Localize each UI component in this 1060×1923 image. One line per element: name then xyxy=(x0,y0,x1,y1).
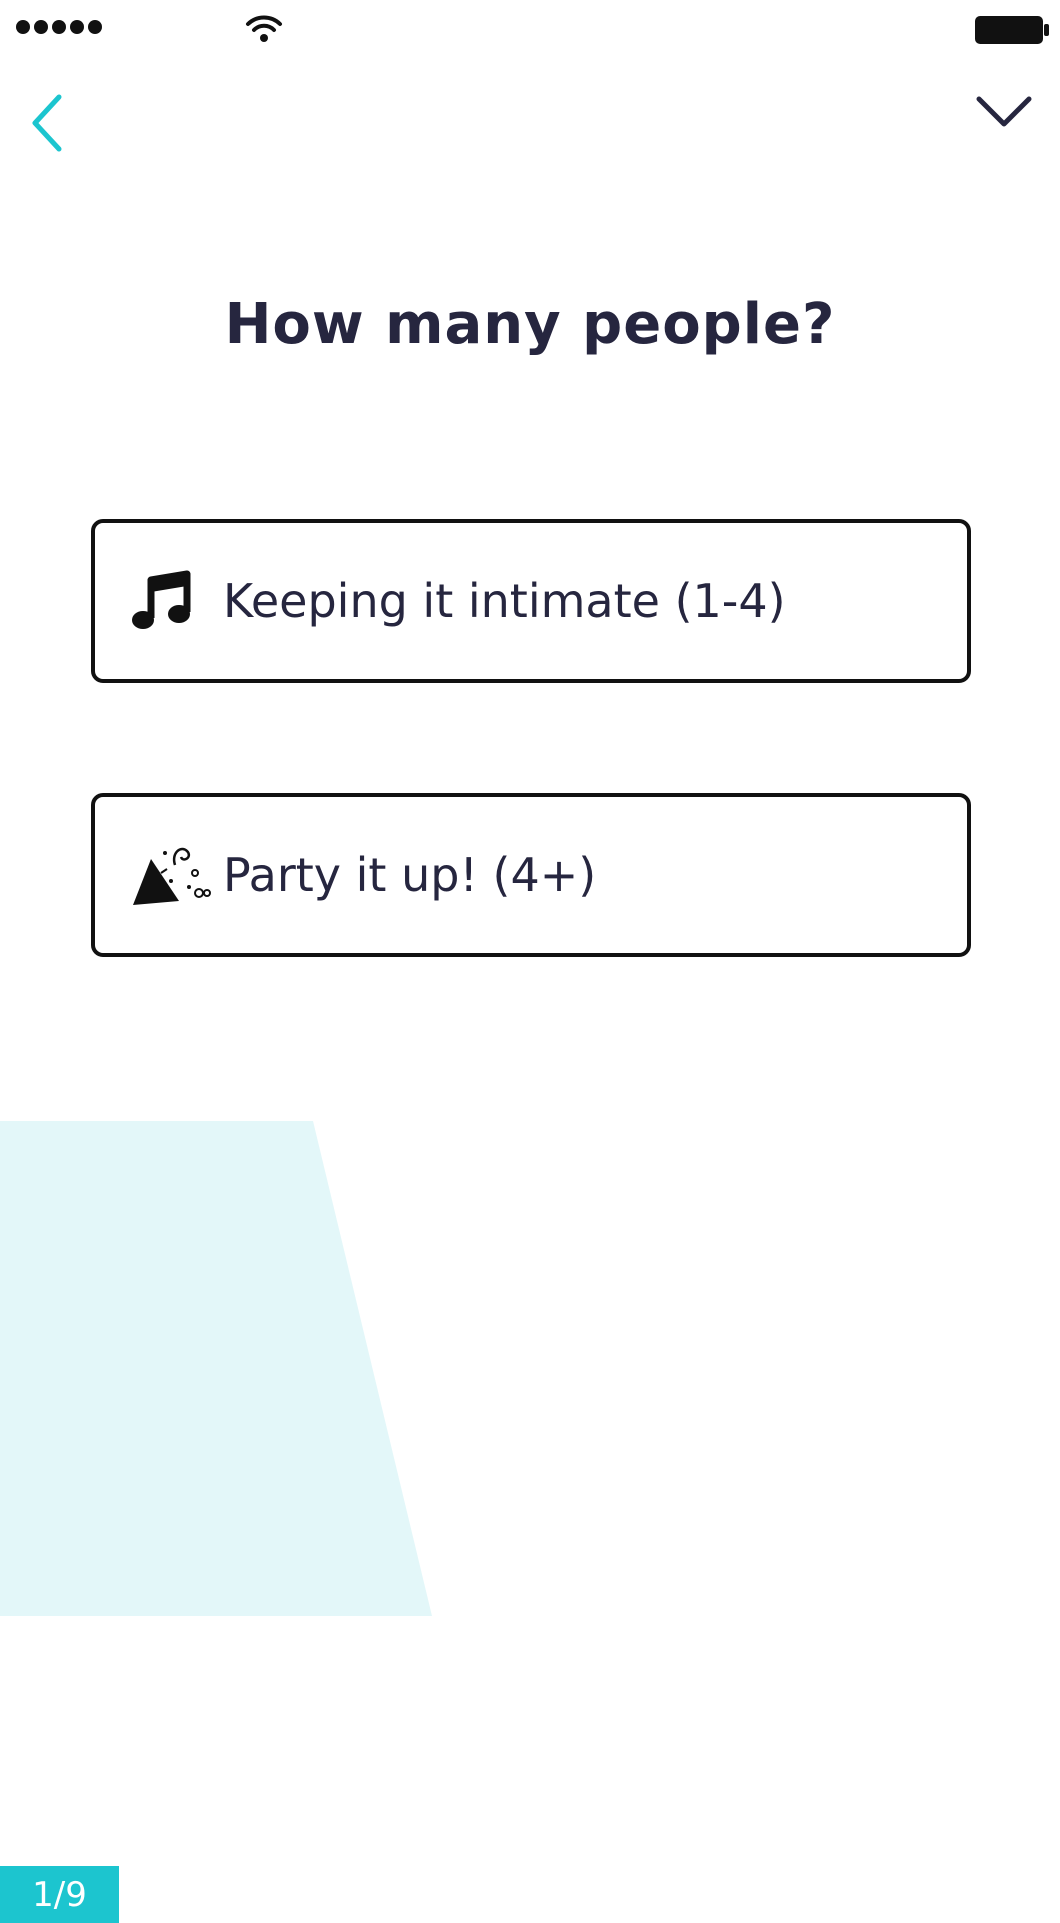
wifi-icon xyxy=(245,13,283,48)
party-popper-icon xyxy=(131,843,223,907)
music-note-icon xyxy=(131,570,223,632)
page-title: How many people? xyxy=(224,292,836,357)
battery-icon xyxy=(975,16,1051,49)
option-party-button[interactable]: Party it up! (4+) xyxy=(91,793,971,957)
chevron-left-icon xyxy=(32,94,62,152)
progress-indicator: 1/9 xyxy=(0,1866,119,1923)
signal-dots-icon xyxy=(16,20,102,34)
back-button[interactable] xyxy=(24,90,68,156)
option-intimate-button[interactable]: Keeping it intimate (1-4) xyxy=(91,519,971,683)
option-label: Party it up! (4+) xyxy=(223,848,597,902)
background-decoration xyxy=(0,1121,440,1621)
chevron-down-icon xyxy=(976,96,1032,127)
close-button[interactable] xyxy=(972,86,1036,136)
status-bar xyxy=(0,0,1060,56)
option-label: Keeping it intimate (1-4) xyxy=(223,574,786,628)
